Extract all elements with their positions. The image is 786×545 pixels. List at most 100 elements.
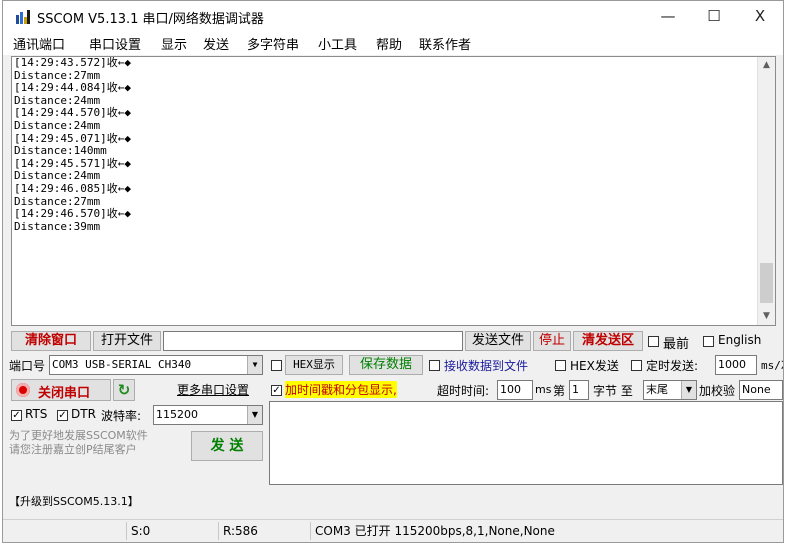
menu-help[interactable]: 帮助	[376, 34, 402, 53]
close-button[interactable]: X	[737, 1, 783, 31]
status-empty-cell	[3, 522, 127, 540]
toolbar-row: 清除窗口 打开文件 发送文件 停止 清发送区 最前 English	[3, 330, 783, 352]
menu-contact-author[interactable]: 联系作者	[419, 34, 471, 53]
english-checkbox[interactable]	[703, 336, 714, 347]
receive-line: [14:29:44.084]收←◆	[14, 81, 131, 95]
sscom-window: SSCOM V5.13.1 串口/网络数据调试器 — ☐ X 通讯端口 串口设置…	[2, 0, 784, 543]
receive-line: [14:29:45.571]收←◆	[14, 156, 131, 170]
sscom-app-icon	[16, 10, 30, 24]
port-value: COM3 USB-SERIAL CH340	[52, 358, 192, 371]
timed-send-unit: ms/次	[761, 359, 783, 372]
front-checkbox[interactable]	[648, 336, 659, 347]
receive-line: [14:29:45.071]收←◆	[14, 131, 131, 145]
close-port-button[interactable]: 关闭串口	[11, 379, 111, 401]
status-port-info: COM3 已打开 115200bps,8,1,None,None	[315, 524, 555, 538]
clear-send-button[interactable]: 清发送区	[573, 331, 643, 351]
receive-text: [14:29:43.572]收←◆ Distance:27mm [14:29:4…	[14, 57, 131, 233]
timeout-label: 超时时间:	[437, 384, 490, 398]
receive-line: Distance:140mm	[14, 144, 107, 158]
timestamp-label: 加时间戳和分包显示,	[285, 381, 397, 398]
status-sent-count: S:0	[127, 522, 219, 540]
receive-line: Distance:27mm	[14, 194, 101, 208]
upgrade-link[interactable]: 【升级到SSCOM5.13.1】	[9, 493, 139, 509]
receive-line: Distance:27mm	[14, 68, 101, 82]
hex-send-label: HEX发送	[570, 359, 619, 373]
clear-window-button[interactable]: 清除窗口	[11, 331, 91, 351]
receive-line: [14:29:43.572]收←◆	[14, 56, 131, 69]
receive-line: Distance:24mm	[14, 118, 101, 132]
maximize-button[interactable]: ☐	[691, 1, 737, 31]
close-port-label: 关闭串口	[38, 386, 91, 401]
timed-send-checkbox[interactable]	[631, 360, 642, 371]
scroll-up-icon[interactable]: ▲	[758, 57, 775, 74]
hex-display-checkbox[interactable]	[271, 360, 282, 371]
port-row: 端口号 COM3 USB-SERIAL CH340 ▼ HEX显示 保存数据 接…	[3, 354, 783, 376]
send-text-area[interactable]	[269, 401, 783, 485]
hex-send-checkbox[interactable]	[555, 360, 566, 371]
start-byte-input[interactable]: 1	[569, 380, 589, 400]
promo-line-1[interactable]: 为了更好地发展SSCOM软件	[9, 429, 179, 443]
refresh-icon[interactable]: ↻	[113, 379, 135, 401]
send-file-button[interactable]: 发送文件	[465, 331, 531, 351]
port-label: 端口号	[9, 359, 46, 373]
english-label: English	[718, 333, 762, 347]
port-select[interactable]: COM3 USB-SERIAL CH340 ▼	[49, 355, 263, 375]
timestamp-checkbox[interactable]: ✓	[271, 385, 282, 396]
dtr-checkbox[interactable]: ✓	[57, 410, 68, 421]
scrollbar-thumb[interactable]	[760, 263, 773, 303]
checksum-select[interactable]: None	[739, 380, 783, 400]
baud-label: 波特率:	[101, 409, 142, 423]
timed-send-interval-input[interactable]: 1000	[715, 355, 757, 375]
menu-bar: 通讯端口 串口设置 显示 发送 多字符串 小工具 帮助 联系作者	[3, 31, 783, 55]
menu-send[interactable]: 发送	[203, 34, 229, 53]
receive-line: [14:29:46.085]收←◆	[14, 181, 131, 195]
menu-tools[interactable]: 小工具	[318, 34, 357, 53]
receive-area[interactable]: [14:29:43.572]收←◆ Distance:27mm [14:29:4…	[11, 56, 776, 326]
open-file-button[interactable]: 打开文件	[93, 331, 161, 351]
status-bar: S:0 R:586 COM3 已打开 115200bps,8,1,None,No…	[3, 519, 783, 542]
menu-display[interactable]: 显示	[161, 34, 187, 53]
baud-rate-select[interactable]: 115200 ▼	[153, 405, 263, 425]
byte-range-label: 字节 至	[593, 384, 633, 398]
window-title: SSCOM V5.13.1 串口/网络数据调试器	[37, 12, 264, 27]
port-open-indicator-icon	[16, 383, 30, 397]
save-data-button[interactable]: 保存数据	[349, 355, 423, 375]
timeout-unit: ms	[535, 383, 552, 396]
file-path-input[interactable]	[163, 331, 463, 351]
rts-label: RTS	[25, 407, 48, 421]
title-bar: SSCOM V5.13.1 串口/网络数据调试器 — ☐ X	[3, 1, 783, 31]
front-label: 最前	[663, 337, 690, 352]
end-byte-select[interactable]: 末尾 ▼	[643, 380, 697, 400]
end-byte-value: 末尾	[646, 383, 668, 396]
scroll-down-icon[interactable]: ▼	[758, 308, 775, 325]
more-serial-settings-link[interactable]: 更多串口设置	[177, 381, 249, 398]
promo-block: 为了更好地发展SSCOM软件 请您注册嘉立创P结尾客户	[9, 429, 179, 479]
baud-rate-value: 115200	[156, 408, 198, 421]
send-button[interactable]: 发 送	[191, 431, 263, 461]
promo-line-2[interactable]: 请您注册嘉立创P结尾客户	[9, 443, 179, 457]
receive-line: [14:29:44.570]收←◆	[14, 106, 131, 120]
menu-comm-port[interactable]: 通讯端口	[13, 34, 65, 53]
checksum-label: 加校验	[699, 384, 736, 398]
chevron-down-icon[interactable]: ▼	[247, 406, 262, 424]
receive-line: Distance:39mm	[14, 219, 101, 233]
menu-multi-string[interactable]: 多字符串	[247, 34, 299, 53]
hex-display-button[interactable]: HEX显示	[285, 355, 343, 375]
controls-row: 关闭串口 ↻ 更多串口设置 ✓ 加时间戳和分包显示, 超时时间: 100 ms …	[3, 378, 783, 402]
receive-scrollbar[interactable]: ▲ ▼	[757, 57, 775, 325]
timed-send-label: 定时发送:	[646, 359, 699, 373]
status-received-count: R:586	[219, 522, 311, 540]
receive-line: [14:29:46.570]收←◆	[14, 207, 131, 221]
nth-label: 第	[553, 384, 566, 398]
receive-line: Distance:24mm	[14, 93, 101, 107]
recv-to-file-checkbox[interactable]	[429, 360, 440, 371]
chevron-down-icon[interactable]: ▼	[681, 381, 696, 399]
stop-button[interactable]: 停止	[533, 331, 571, 351]
minimize-button[interactable]: —	[645, 1, 691, 31]
rts-checkbox[interactable]: ✓	[11, 410, 22, 421]
timeout-input[interactable]: 100	[497, 380, 533, 400]
receive-line: Distance:24mm	[14, 169, 101, 183]
recv-to-file-label[interactable]: 接收数据到文件	[444, 357, 528, 374]
menu-serial-settings[interactable]: 串口设置	[89, 34, 141, 53]
chevron-down-icon[interactable]: ▼	[247, 356, 262, 374]
